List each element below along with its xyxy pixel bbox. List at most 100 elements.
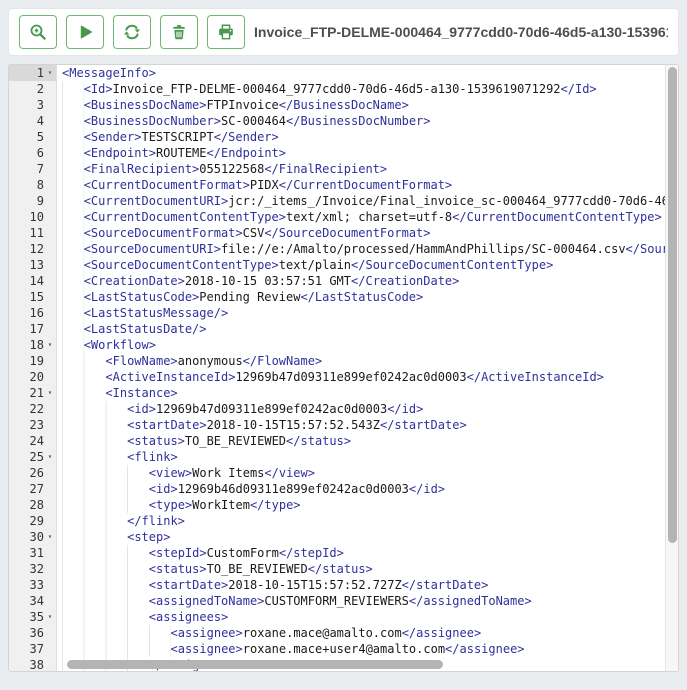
code-line[interactable]: <ActiveInstanceId>12969b47d09311e899ef02…	[62, 369, 665, 385]
code-line[interactable]: <LastStatusMessage/>	[62, 305, 665, 321]
indent-guides	[62, 177, 84, 193]
code-line[interactable]: <Instance>	[62, 385, 665, 401]
fold-arrow-icon[interactable]: ▾	[44, 609, 56, 625]
print-button[interactable]	[207, 15, 245, 49]
code-line[interactable]: <CurrentDocumentFormat>PIDX</CurrentDocu…	[62, 177, 665, 193]
code-line[interactable]: <assignee>roxane.mace@amalto.com</assign…	[62, 625, 665, 641]
gutter-line: 19	[9, 353, 56, 369]
code-line[interactable]: <step>	[62, 529, 665, 545]
xml-tag: </stepId>	[279, 546, 344, 560]
print-icon	[217, 23, 235, 41]
code-line[interactable]: <Sender>TESTSCRIPT</Sender>	[62, 129, 665, 145]
xml-editor[interactable]: 1▾23456789101112131415161718▾192021▾2223…	[8, 64, 679, 672]
gutter-line: 17	[9, 321, 56, 337]
code-area[interactable]: <MessageInfo><Id>Invoice_FTP-DELME-00046…	[58, 65, 665, 671]
indent-guides	[62, 113, 84, 129]
code-line[interactable]: <CreationDate>2018-10-15 03:57:51 GMT</C…	[62, 273, 665, 289]
indent-guides	[62, 513, 127, 529]
xml-tag: </assignee>	[402, 626, 481, 640]
line-number: 11	[30, 225, 44, 241]
vertical-scrollbar-thumb[interactable]	[668, 67, 677, 543]
xml-text: 055122568	[199, 162, 264, 176]
xml-text: 12969b47d09311e899ef0242ac0d0003	[235, 370, 466, 384]
fold-arrow-icon[interactable]: ▾	[44, 385, 56, 401]
code-line[interactable]: <flink>	[62, 449, 665, 465]
gutter-line: 25▾	[9, 449, 56, 465]
code-line[interactable]: <SourceDocumentContentType>text/plain</S…	[62, 257, 665, 273]
xml-tag: <CreationDate>	[84, 274, 185, 288]
line-number: 21	[30, 385, 44, 401]
indent-guides	[62, 225, 84, 241]
line-number: 3	[37, 97, 44, 113]
line-number: 24	[30, 433, 44, 449]
code-line[interactable]: <id>12969b46d09311e899ef0242ac0d0003</id…	[62, 481, 665, 497]
code-line[interactable]: <SourceDocumentFormat>CSV</SourceDocumen…	[62, 225, 665, 241]
xml-tag: <LastStatusCode>	[84, 290, 200, 304]
gutter-line: 15	[9, 289, 56, 305]
horizontal-scrollbar[interactable]	[58, 659, 665, 671]
code-line[interactable]: <status>TO_BE_REVIEWED</status>	[62, 433, 665, 449]
code-line[interactable]: <LastStatusDate/>	[62, 321, 665, 337]
code-line[interactable]: <startDate>2018-10-15T15:57:52.727Z</sta…	[62, 577, 665, 593]
fold-arrow-icon[interactable]: ▾	[44, 449, 56, 465]
code-line[interactable]: <CurrentDocumentURI>jcr:/_items_/Invoice…	[62, 193, 665, 209]
xml-tag: <assignee>	[171, 626, 243, 640]
delete-button[interactable]	[160, 15, 198, 49]
gutter-line: 38	[9, 657, 56, 671]
code-line[interactable]: </flink>	[62, 513, 665, 529]
code-line[interactable]: <LastStatusCode>Pending Review</LastStat…	[62, 289, 665, 305]
zoom-button[interactable]	[19, 15, 57, 49]
line-number: 32	[30, 561, 44, 577]
code-line[interactable]: <BusinessDocNumber>SC-000464</BusinessDo…	[62, 113, 665, 129]
vertical-scrollbar[interactable]	[665, 65, 678, 671]
line-number: 18	[30, 337, 44, 353]
line-number: 16	[30, 305, 44, 321]
fold-arrow-icon[interactable]: ▾	[44, 65, 56, 81]
xml-tag: <SourceDocumentContentType>	[84, 258, 279, 272]
fold-arrow-icon[interactable]: ▾	[44, 337, 56, 353]
xml-text: PIDX	[250, 178, 279, 192]
horizontal-scrollbar-thumb[interactable]	[67, 660, 443, 669]
code-line[interactable]: <assignees>	[62, 609, 665, 625]
xml-text: CSV	[243, 226, 265, 240]
gutter-line: 7	[9, 161, 56, 177]
code-line[interactable]: <BusinessDocName>FTPInvoice</BusinessDoc…	[62, 97, 665, 113]
code-line[interactable]: <stepId>CustomForm</stepId>	[62, 545, 665, 561]
line-number: 36	[30, 625, 44, 641]
code-line[interactable]: <FlowName>anonymous</FlowName>	[62, 353, 665, 369]
gutter-line: 10	[9, 209, 56, 225]
code-line[interactable]: <SourceDocumentURI>file://e:/Amalto/proc…	[62, 241, 665, 257]
line-number: 17	[30, 321, 44, 337]
code-line[interactable]: <id>12969b47d09311e899ef0242ac0d0003</id…	[62, 401, 665, 417]
play-button[interactable]	[66, 15, 104, 49]
code-line[interactable]: <status>TO_BE_REVIEWED</status>	[62, 561, 665, 577]
xml-text: 12969b47d09311e899ef0242ac0d0003	[156, 402, 387, 416]
refresh-button[interactable]	[113, 15, 151, 49]
gutter-line: 3	[9, 97, 56, 113]
code-line[interactable]: <startDate>2018-10-15T15:57:52.543Z</sta…	[62, 417, 665, 433]
line-number: 28	[30, 497, 44, 513]
xml-tag: </SourceDocumentContentType>	[351, 258, 553, 272]
gutter-line: 30▾	[9, 529, 56, 545]
xml-text: CUSTOMFORM_REVIEWERS	[264, 594, 409, 608]
xml-text: text/xml; charset=utf-8	[286, 210, 452, 224]
code-line[interactable]: <FinalRecipient>055122568</FinalRecipien…	[62, 161, 665, 177]
code-line[interactable]: <Endpoint>ROUTEME</Endpoint>	[62, 145, 665, 161]
xml-tag: <LastStatusDate/>	[84, 322, 207, 336]
code-line[interactable]: <Id>Invoice_FTP-DELME-000464_9777cdd0-70…	[62, 81, 665, 97]
xml-tag: <Id>	[84, 82, 113, 96]
code-line[interactable]: <type>WorkItem</type>	[62, 497, 665, 513]
code-line[interactable]: <Workflow>	[62, 337, 665, 353]
code-line[interactable]: <assignedToName>CUSTOMFORM_REVIEWERS</as…	[62, 593, 665, 609]
code-line[interactable]: <CurrentDocumentContentType>text/xml; ch…	[62, 209, 665, 225]
code-line[interactable]: <assignee>roxane.mace+user4@amalto.com</…	[62, 641, 665, 657]
gutter-line: 35▾	[9, 609, 56, 625]
xml-tag: <ActiveInstanceId>	[105, 370, 235, 384]
fold-arrow-icon[interactable]: ▾	[44, 529, 56, 545]
xml-tag: </startDate>	[402, 578, 489, 592]
xml-tag: <BusinessDocName>	[84, 98, 207, 112]
xml-tag: </status>	[286, 434, 351, 448]
line-number: 15	[30, 289, 44, 305]
code-line[interactable]: <MessageInfo>	[62, 65, 665, 81]
code-line[interactable]: <view>Work Items</view>	[62, 465, 665, 481]
